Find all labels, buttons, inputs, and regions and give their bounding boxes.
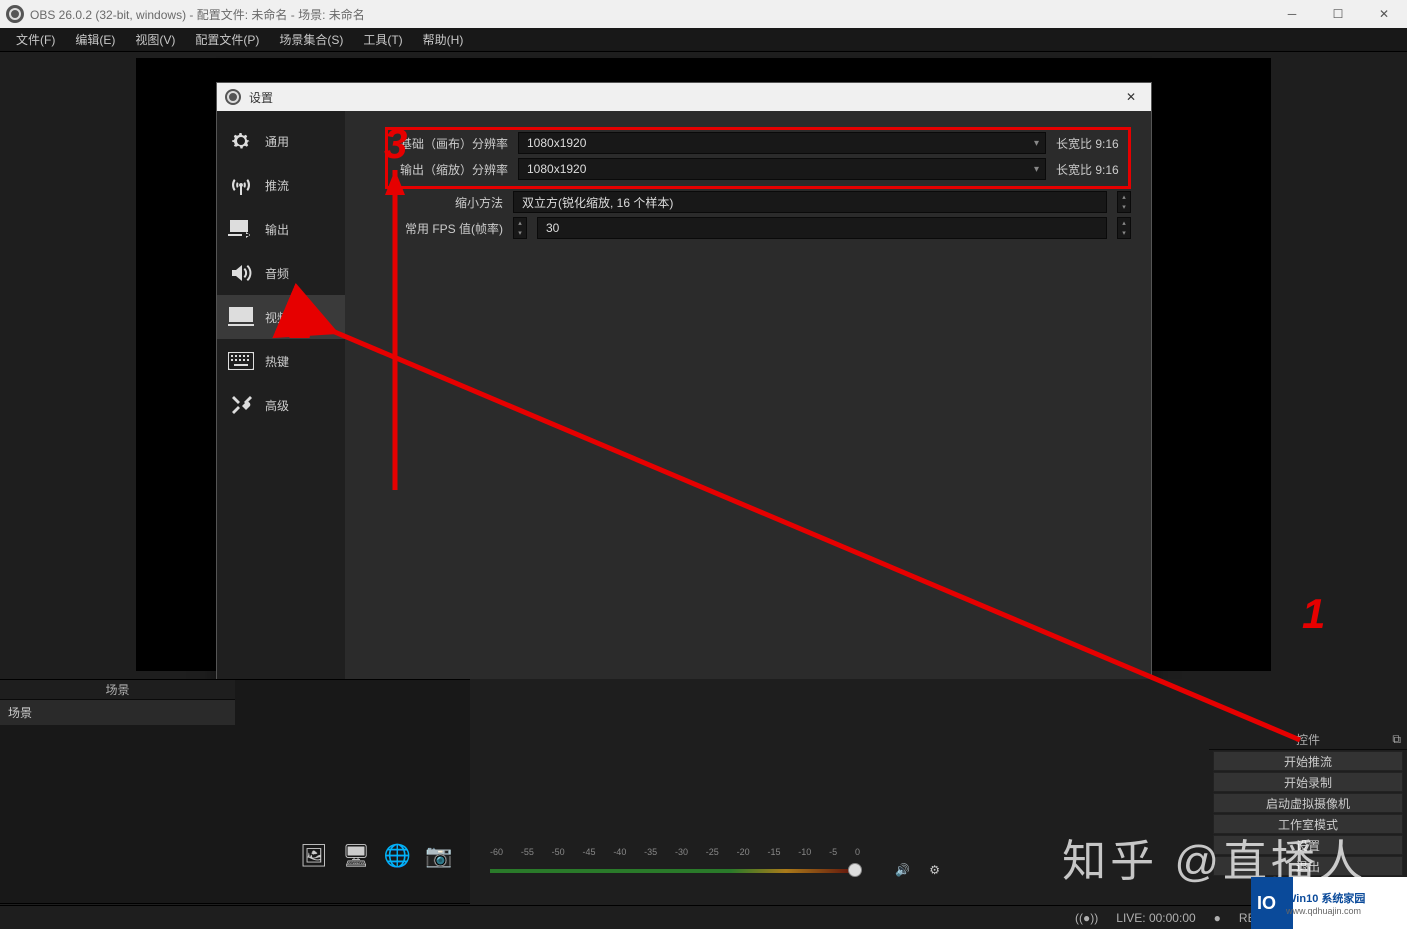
- site-watermark: IO Win10 系统家园 www.qdhuajin.com: [1251, 877, 1407, 929]
- annotation-2: 2: [290, 300, 313, 348]
- mute-icon[interactable]: 🔊: [895, 863, 910, 877]
- camera-icon: 📷: [425, 843, 452, 869]
- settings-sidebar: 通用 推流 输出 音频 视频 热键: [217, 111, 345, 771]
- obs-logo-icon: [225, 89, 241, 105]
- window-titlebar: OBS 26.0.2 (32-bit, windows) - 配置文件: 未命名…: [0, 0, 1407, 28]
- tools-icon: [227, 393, 255, 417]
- broadcast-icon: ((●)): [1075, 911, 1098, 925]
- sidebar-item-stream[interactable]: 推流: [217, 163, 345, 207]
- menu-tools[interactable]: 工具(T): [353, 27, 412, 52]
- obs-logo-icon: [6, 5, 24, 23]
- sidebar-label: 音频: [265, 265, 289, 282]
- base-aspect-label: 长宽比 9:16: [1056, 135, 1126, 152]
- sidebar-label: 热键: [265, 353, 289, 370]
- scenes-dock: 场景 场景 ＋ － ∧ ∨: [0, 679, 235, 929]
- globe-icon: 🌐: [384, 843, 411, 869]
- output-icon: [227, 217, 255, 241]
- controls-title: 控件 ⧉: [1209, 730, 1407, 750]
- audio-gear-icon[interactable]: ⚙: [929, 863, 940, 877]
- sidebar-item-audio[interactable]: 音频: [217, 251, 345, 295]
- maximize-button[interactable]: ☐: [1315, 0, 1361, 28]
- scenes-title: 场景: [0, 680, 235, 700]
- downscale-combo[interactable]: 双立方(锐化缩放, 16 个样本): [513, 191, 1107, 213]
- output-resolution-combo[interactable]: 1080x1920 ▾: [518, 158, 1046, 180]
- sidebar-item-advanced[interactable]: 高级: [217, 383, 345, 427]
- close-button[interactable]: ✕: [1361, 0, 1407, 28]
- virtual-camera-button[interactable]: 启动虚拟摄像机: [1213, 793, 1403, 813]
- output-resolution-label: 输出（缩放）分辨率: [390, 161, 508, 178]
- start-streaming-button[interactable]: 开始推流: [1213, 751, 1403, 771]
- minimize-button[interactable]: ─: [1269, 0, 1315, 28]
- settings-pane-video: 基础（画布）分辨率 1080x1920 ▾ 长宽比 9:16 输出（缩放）分辨率…: [345, 111, 1151, 771]
- record-dot-icon: ●: [1214, 911, 1221, 925]
- downscale-stepper[interactable]: ▴▾: [1117, 191, 1131, 213]
- base-resolution-label: 基础（画布）分辨率: [390, 135, 508, 152]
- sidebar-item-general[interactable]: 通用: [217, 119, 345, 163]
- sidebar-label: 通用: [265, 133, 289, 150]
- menu-scenes[interactable]: 场景集合(S): [269, 27, 353, 52]
- audio-mixer: -60-55-50-45-40-35-30-25-20-15-10-50 🔊 ⚙: [480, 839, 940, 899]
- fps-value: 30: [546, 221, 559, 235]
- source-type-icons: 🖼 🖥 🌐 📷: [300, 843, 453, 869]
- volume-ticks: -60-55-50-45-40-35-30-25-20-15-10-50: [490, 847, 860, 861]
- popout-icon[interactable]: ⧉: [1392, 732, 1401, 747]
- start-recording-button[interactable]: 开始录制: [1213, 772, 1403, 792]
- status-live: LIVE: 00:00:00: [1116, 911, 1195, 925]
- fps-stepper[interactable]: ▴▾: [1117, 217, 1131, 239]
- downscale-label: 缩小方法: [385, 194, 503, 211]
- menu-edit[interactable]: 编辑(E): [65, 27, 125, 52]
- fps-type-stepper[interactable]: ▴▾: [513, 217, 527, 239]
- base-resolution-combo[interactable]: 1080x1920 ▾: [518, 132, 1046, 154]
- base-resolution-value: 1080x1920: [527, 136, 586, 150]
- settings-title: 设置: [249, 89, 273, 106]
- speaker-icon: [227, 261, 255, 285]
- menu-bar: 文件(F) 编辑(E) 视图(V) 配置文件(P) 场景集合(S) 工具(T) …: [0, 28, 1407, 52]
- volume-slider-handle[interactable]: [848, 863, 862, 877]
- monitor-icon: [227, 305, 255, 329]
- downscale-value: 双立方(锐化缩放, 16 个样本): [522, 194, 673, 211]
- sidebar-label: 输出: [265, 221, 289, 238]
- menu-view[interactable]: 视图(V): [125, 27, 185, 52]
- window-title: OBS 26.0.2 (32-bit, windows) - 配置文件: 未命名…: [30, 6, 365, 23]
- fps-combo[interactable]: 30: [537, 217, 1107, 239]
- settings-titlebar: 设置 ✕: [217, 83, 1151, 111]
- scene-item[interactable]: 场景: [0, 700, 235, 725]
- output-resolution-value: 1080x1920: [527, 162, 586, 176]
- sidebar-label: 视频: [265, 309, 289, 326]
- menu-file[interactable]: 文件(F): [6, 27, 65, 52]
- gear-icon: [227, 129, 255, 153]
- settings-close-button[interactable]: ✕: [1111, 83, 1151, 111]
- status-bar: ((●)) LIVE: 00:00:00 ● REC: 00:00:00 CPU…: [0, 905, 1407, 929]
- fps-label: 常用 FPS 值(帧率): [385, 220, 503, 237]
- sidebar-item-video[interactable]: 视频: [217, 295, 345, 339]
- menu-profile[interactable]: 配置文件(P): [185, 27, 269, 52]
- sidebar-item-hotkeys[interactable]: 热键: [217, 339, 345, 383]
- sidebar-label: 高级: [265, 397, 289, 414]
- display-icon: 🖥: [342, 843, 370, 869]
- antenna-icon: [227, 173, 255, 197]
- sources-dock: ＋ － ⚙ ∧ ∨: [235, 679, 470, 929]
- keyboard-icon: [227, 349, 255, 373]
- chevron-down-icon: ▾: [1034, 138, 1039, 149]
- menu-help[interactable]: 帮助(H): [413, 27, 474, 52]
- sidebar-item-output[interactable]: 输出: [217, 207, 345, 251]
- volume-slider-track[interactable]: [490, 869, 860, 873]
- image-icon: 🖼: [300, 843, 328, 869]
- annotation-1: 1: [1302, 590, 1325, 638]
- output-aspect-label: 长宽比 9:16: [1056, 161, 1126, 178]
- sidebar-label: 推流: [265, 177, 289, 194]
- annotation-3: 3: [384, 120, 407, 168]
- chevron-down-icon: ▾: [1034, 164, 1039, 175]
